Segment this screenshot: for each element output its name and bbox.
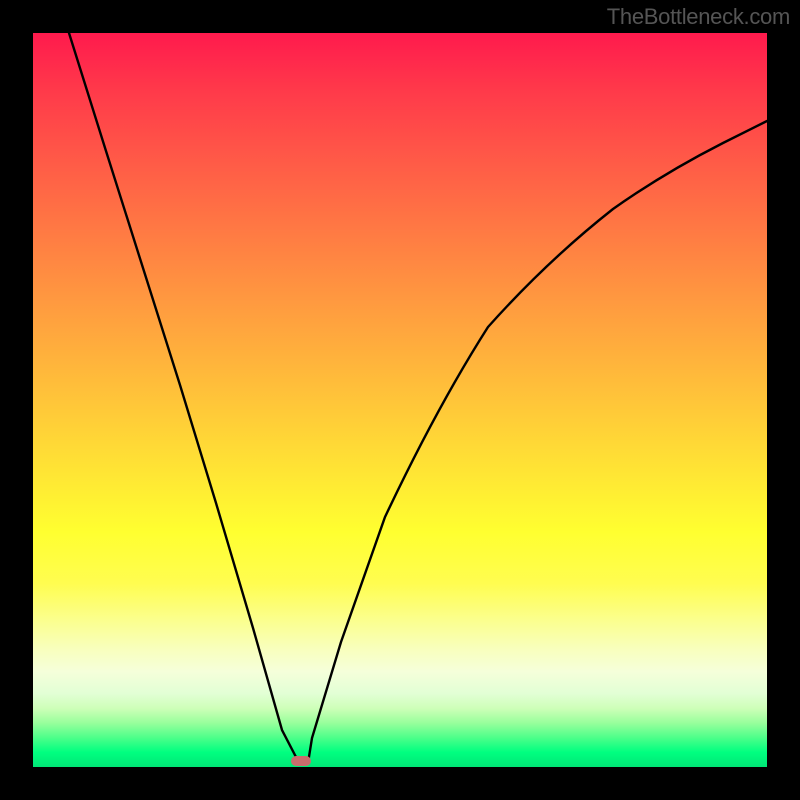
watermark-text: TheBottleneck.com	[607, 4, 790, 30]
chart-container: TheBottleneck.com	[0, 0, 800, 800]
bottleneck-curve	[69, 33, 767, 765]
plot-area	[33, 33, 767, 767]
optimal-marker	[291, 756, 311, 766]
chart-svg	[33, 33, 767, 767]
